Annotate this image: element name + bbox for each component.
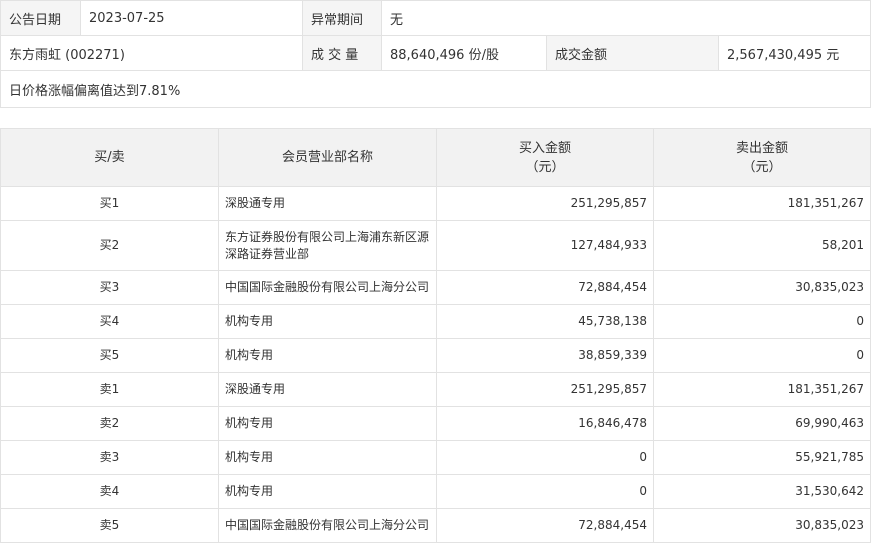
volume-label: 成 交 量: [302, 35, 382, 71]
row-sell-amount: 55,921,785: [653, 440, 871, 475]
info-row-volume: 东方雨虹 (002271) 成 交 量 88,640,496 份/股 成交金额 …: [0, 35, 871, 71]
table-row: 买4 机构专用 45,738,138 0: [0, 304, 871, 339]
table-header-row: 买/卖 会员营业部名称 买入金额 （元） 卖出金额 （元）: [0, 128, 871, 187]
row-buy-amount: 72,884,454: [436, 508, 654, 543]
row-side: 买5: [0, 338, 219, 373]
row-sell-amount: 181,351,267: [653, 186, 871, 221]
table-row: 卖2 机构专用 16,846,478 69,990,463: [0, 406, 871, 441]
header-buy-line1: 买入金额: [518, 140, 571, 156]
table-row: 卖3 机构专用 0 55,921,785: [0, 440, 871, 475]
stock-info-table: 公告日期 2023-07-25 异常期间 无 东方雨虹 (002271) 成 交…: [0, 0, 871, 108]
info-row-date: 公告日期 2023-07-25 异常期间 无: [0, 0, 871, 36]
row-dept: 机构专用: [218, 338, 437, 373]
row-dept: 机构专用: [218, 406, 437, 441]
table-row: 卖4 机构专用 0 31,530,642: [0, 474, 871, 509]
header-sell-amount: 卖出金额 （元）: [653, 128, 871, 187]
row-buy-amount: 251,295,857: [436, 186, 654, 221]
row-buy-amount: 45,738,138: [436, 304, 654, 339]
row-side: 卖1: [0, 372, 219, 407]
row-side: 买1: [0, 186, 219, 221]
stock-name: 东方雨虹 (002271): [0, 35, 303, 71]
row-dept: 中国国际金融股份有限公司上海分公司: [218, 270, 437, 305]
row-sell-amount: 58,201: [653, 220, 871, 271]
header-buy-line2: （元）: [525, 159, 565, 175]
row-side: 卖4: [0, 474, 219, 509]
trading-details-table: 买/卖 会员营业部名称 买入金额 （元） 卖出金额 （元） 买1 深股通专用 251…: [0, 128, 871, 543]
row-dept: 机构专用: [218, 474, 437, 509]
row-buy-amount: 38,859,339: [436, 338, 654, 373]
abnormal-period-value: 无: [380, 0, 871, 36]
row-sell-amount: 30,835,023: [653, 270, 871, 305]
table-row: 买3 中国国际金融股份有限公司上海分公司 72,884,454 30,835,0…: [0, 270, 871, 305]
row-side: 买3: [0, 270, 219, 305]
table-row: 买2 东方证券股份有限公司上海浦东新区源深路证券营业部 127,484,933 …: [0, 220, 871, 271]
header-dept: 会员营业部名称: [218, 128, 437, 187]
row-side: 卖2: [0, 406, 219, 441]
row-dept: 机构专用: [218, 440, 437, 475]
row-side: 卖3: [0, 440, 219, 475]
header-sell-line1: 卖出金额: [735, 140, 788, 156]
row-sell-amount: 181,351,267: [653, 372, 871, 407]
row-sell-amount: 30,835,023: [653, 508, 871, 543]
row-dept: 深股通专用: [218, 186, 437, 221]
row-dept: 中国国际金融股份有限公司上海分公司: [218, 508, 437, 543]
table-row: 卖1 深股通专用 251,295,857 181,351,267: [0, 372, 871, 407]
announce-date-label: 公告日期: [0, 0, 81, 36]
table-row: 卖5 中国国际金融股份有限公司上海分公司 72,884,454 30,835,0…: [0, 508, 871, 543]
table-row: 买1 深股通专用 251,295,857 181,351,267: [0, 186, 871, 221]
row-buy-amount: 0: [436, 474, 654, 509]
row-dept: 东方证券股份有限公司上海浦东新区源深路证券营业部: [218, 220, 437, 271]
row-dept: 机构专用: [218, 304, 437, 339]
row-side: 买2: [0, 220, 219, 271]
row-sell-amount: 31,530,642: [653, 474, 871, 509]
row-buy-amount: 251,295,857: [436, 372, 654, 407]
volume-value: 88,640,496 份/股: [381, 35, 547, 71]
info-row-reason: 日价格涨幅偏离值达到7.81%: [0, 70, 871, 108]
row-buy-amount: 127,484,933: [436, 220, 654, 271]
row-dept: 深股通专用: [218, 372, 437, 407]
amount-value: 2,567,430,495 元: [717, 35, 871, 71]
table-row: 买5 机构专用 38,859,339 0: [0, 338, 871, 373]
reason-text: 日价格涨幅偏离值达到7.81%: [0, 70, 871, 108]
announce-date-value: 2023-07-25: [80, 0, 303, 36]
row-sell-amount: 69,990,463: [653, 406, 871, 441]
header-side: 买/卖: [0, 128, 219, 187]
abnormal-period-label: 异常期间: [302, 0, 382, 36]
row-buy-amount: 72,884,454: [436, 270, 654, 305]
row-sell-amount: 0: [653, 304, 871, 339]
row-buy-amount: 0: [436, 440, 654, 475]
row-side: 卖5: [0, 508, 219, 543]
row-sell-amount: 0: [653, 338, 871, 373]
row-side: 买4: [0, 304, 219, 339]
header-sell-line2: （元）: [742, 159, 782, 175]
header-buy-amount: 买入金额 （元）: [436, 128, 654, 187]
amount-label: 成交金额: [546, 35, 719, 71]
row-buy-amount: 16,846,478: [436, 406, 654, 441]
